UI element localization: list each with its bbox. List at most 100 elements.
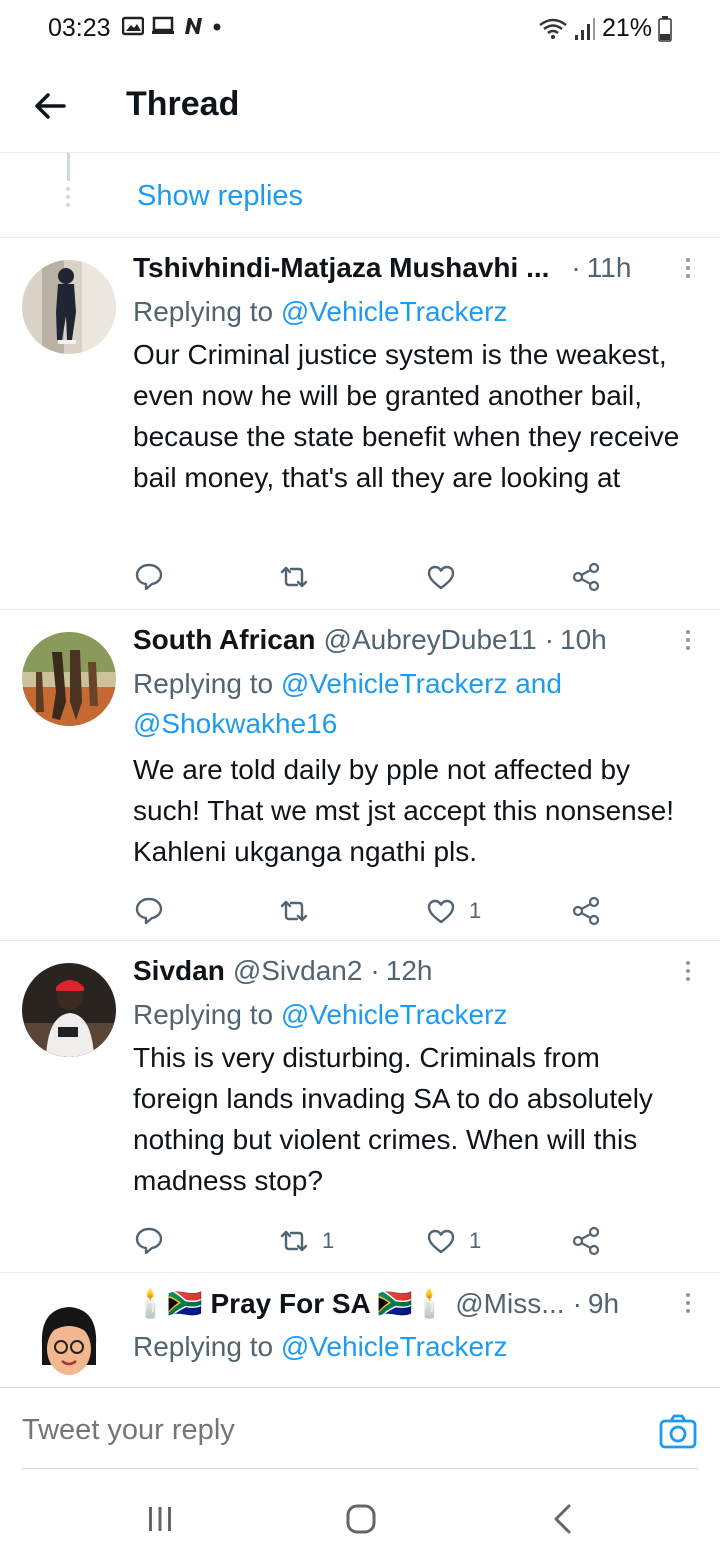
page-title: Thread	[126, 85, 240, 123]
share-icon	[572, 1226, 600, 1256]
back-arrow-icon[interactable]	[30, 86, 70, 126]
cast-icon	[152, 16, 174, 34]
replying-to: Replying to @VehicleTrackerz	[133, 296, 508, 327]
tweet-body: Sivdan @Sivdan2 · 12h Replying to @Vehic…	[133, 955, 690, 1201]
tweet-time: 12h	[385, 955, 433, 986]
share-button[interactable]	[570, 561, 602, 593]
retweet-icon	[280, 1230, 308, 1252]
reply-button[interactable]	[133, 1225, 165, 1257]
reply-icon	[135, 1227, 163, 1255]
show-replies-row: Show replies	[0, 153, 720, 238]
system-nav-bar	[0, 1469, 720, 1560]
reply-button[interactable]	[133, 561, 165, 593]
home-icon[interactable]	[341, 1499, 381, 1539]
reply-composer	[0, 1387, 720, 1469]
tweet[interactable]: South African @AubreyDube11 · 10h Replyi…	[0, 610, 720, 941]
reply-icon	[135, 897, 163, 925]
tweet-header: Sivdan @Sivdan2 · 12h	[133, 955, 690, 995]
tweet-time: 10h	[560, 624, 607, 655]
show-replies-link[interactable]: Show replies	[137, 180, 303, 213]
status-bar: 03:23 21%	[0, 0, 720, 58]
tweet-actions: 1	[133, 895, 613, 935]
mention-link[interactable]: @VehicleTrackerz	[281, 999, 508, 1030]
author-name[interactable]: Sivdan	[133, 955, 225, 987]
battery-percent: 21%	[601, 14, 652, 42]
gallery-icon	[122, 16, 144, 36]
retweet-count: 1	[322, 1228, 335, 1253]
tweet-body: South African @AubreyDube11 · 10h Replyi…	[133, 624, 690, 872]
like-count: 1	[469, 1228, 482, 1253]
tweet-text: Our Criminal justice system is the weake…	[133, 339, 680, 493]
separator-dot: ·	[370, 955, 380, 986]
separator-dot: ·	[571, 252, 581, 283]
more-options-icon[interactable]	[686, 630, 690, 650]
replying-to: Replying to @VehicleTrackerz and @Shokwa…	[133, 668, 562, 739]
thread-list[interactable]: Show replies Tshivhindi-Matjaza Mushavhi…	[0, 153, 720, 1387]
share-icon	[572, 896, 600, 926]
reply-icon	[135, 563, 163, 591]
status-notification-icons	[122, 16, 222, 36]
thread-connector-dots	[66, 187, 70, 207]
tweet[interactable]: Tshivhindi-Matjaza Mushavhi ... · 11h Re…	[0, 238, 720, 610]
retweet-icon	[280, 900, 308, 922]
reply-button[interactable]	[133, 895, 165, 927]
tweet-actions: 1 1	[133, 1225, 613, 1265]
like-count: 1	[469, 898, 482, 923]
retweet-button[interactable]	[278, 561, 322, 593]
status-time: 03:23	[48, 14, 111, 42]
mention-link[interactable]: @VehicleTrackerz	[281, 296, 508, 327]
avatar[interactable]	[22, 963, 116, 1057]
retweet-button[interactable]	[278, 895, 322, 927]
retweet-button[interactable]: 1	[278, 1225, 334, 1257]
dot-icon	[213, 23, 221, 31]
replying-to: Replying to @VehicleTrackerz	[133, 999, 508, 1030]
heart-icon	[427, 899, 455, 924]
author-name[interactable]: Tshivhindi-Matjaza Mushavhi ...	[133, 252, 549, 284]
share-icon	[572, 562, 600, 592]
author-name[interactable]: South African	[133, 624, 316, 656]
camera-icon[interactable]	[658, 1412, 698, 1452]
tweet-time: 9h	[587, 1288, 620, 1319]
heart-icon	[427, 1229, 455, 1254]
tweet[interactable]: 🕯️🇿🇦 Pray For SA 🇿🇦🕯️ @Miss... · 9h Repl…	[0, 1273, 720, 1387]
back-nav-icon[interactable]	[543, 1499, 583, 1539]
separator-dot: ·	[544, 624, 555, 655]
tweet-header: Tshivhindi-Matjaza Mushavhi ... · 11h	[133, 252, 690, 292]
tweet-text: This is very disturbing. Criminals from …	[133, 1042, 653, 1196]
tweet-reply-input[interactable]	[22, 1414, 622, 1447]
like-button[interactable]: 1	[425, 1225, 481, 1257]
avatar[interactable]	[22, 1295, 116, 1387]
recent-apps-icon[interactable]	[140, 1499, 180, 1539]
retweet-icon	[280, 566, 308, 588]
share-button[interactable]	[570, 1225, 602, 1257]
share-button[interactable]	[570, 895, 602, 927]
tweet-actions	[133, 561, 613, 601]
tweet-body: Tshivhindi-Matjaza Mushavhi ... · 11h Re…	[133, 252, 690, 498]
n-app-icon	[185, 18, 202, 34]
author-handle[interactable]: @Miss...	[455, 1288, 564, 1320]
like-button[interactable]: 1	[425, 895, 481, 927]
signal-icon	[574, 17, 595, 40]
like-button[interactable]	[425, 561, 469, 593]
author-handle[interactable]: @AubreyDube11	[324, 624, 537, 656]
tweet-text: We are told daily by pple not affected b…	[133, 754, 675, 867]
tweet[interactable]: Sivdan @Sivdan2 · 12h Replying to @Vehic…	[0, 941, 720, 1273]
tweet-header: 🕯️🇿🇦 Pray For SA 🇿🇦🕯️ @Miss... · 9h	[133, 1287, 690, 1327]
author-name[interactable]: 🕯️🇿🇦 Pray For SA 🇿🇦🕯️	[133, 1287, 447, 1320]
more-options-icon[interactable]	[686, 1293, 690, 1313]
avatar[interactable]	[22, 260, 116, 354]
tweet-time: 11h	[586, 252, 632, 283]
replying-to: Replying to @VehicleTrackerz	[133, 1331, 508, 1362]
more-options-icon[interactable]	[686, 961, 690, 981]
thread-header: Thread	[0, 58, 720, 153]
heart-icon	[427, 565, 455, 590]
author-handle[interactable]: @Sivdan2	[233, 955, 363, 987]
thread-connector-line	[67, 153, 70, 181]
avatar[interactable]	[22, 632, 116, 726]
more-options-icon[interactable]	[686, 258, 690, 278]
tweet-body: 🕯️🇿🇦 Pray For SA 🇿🇦🕯️ @Miss... · 9h Repl…	[133, 1287, 690, 1369]
separator-dot: ·	[572, 1288, 582, 1319]
wifi-icon	[539, 18, 567, 39]
status-system-icons: 21%	[538, 14, 672, 43]
mention-link[interactable]: @VehicleTrackerz	[281, 1331, 508, 1362]
